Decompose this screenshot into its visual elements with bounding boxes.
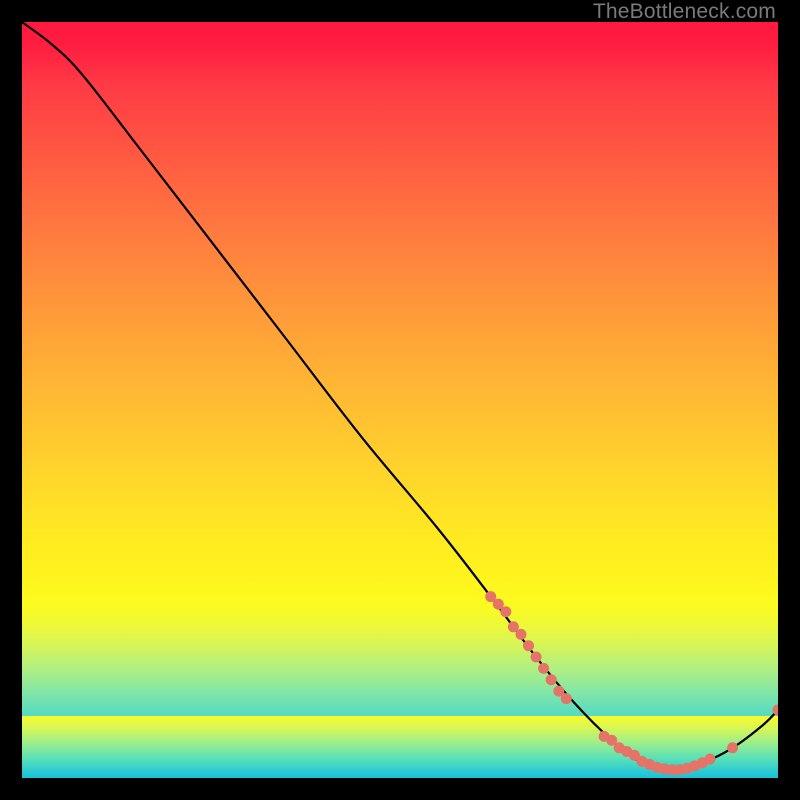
chart-svg <box>22 22 778 778</box>
data-point <box>538 663 549 674</box>
data-point <box>652 762 663 773</box>
data-point <box>773 705 779 716</box>
data-point <box>531 652 542 663</box>
data-point <box>553 686 564 697</box>
data-points-group <box>485 591 778 775</box>
data-point <box>682 763 693 774</box>
data-point <box>599 731 610 742</box>
plot-area <box>22 22 778 778</box>
data-point <box>629 750 640 761</box>
data-point <box>667 764 678 775</box>
bottleneck-curve <box>22 22 778 770</box>
data-point <box>644 759 655 770</box>
data-point <box>689 760 700 771</box>
data-point <box>621 746 632 757</box>
data-point <box>500 606 511 617</box>
data-point <box>727 742 738 753</box>
data-point <box>614 742 625 753</box>
data-point <box>705 754 716 765</box>
data-point <box>523 640 534 651</box>
data-point <box>697 757 708 768</box>
data-point <box>659 763 670 774</box>
data-point <box>485 591 496 602</box>
data-point <box>674 764 685 775</box>
data-point <box>493 599 504 610</box>
data-point <box>508 621 519 632</box>
data-point <box>561 693 572 704</box>
data-point <box>516 629 527 640</box>
watermark-text: TheBottleneck.com <box>593 0 776 24</box>
data-point <box>636 756 647 767</box>
chart-container: TheBottleneck.com <box>0 0 800 800</box>
data-point <box>606 735 617 746</box>
data-point <box>546 674 557 685</box>
